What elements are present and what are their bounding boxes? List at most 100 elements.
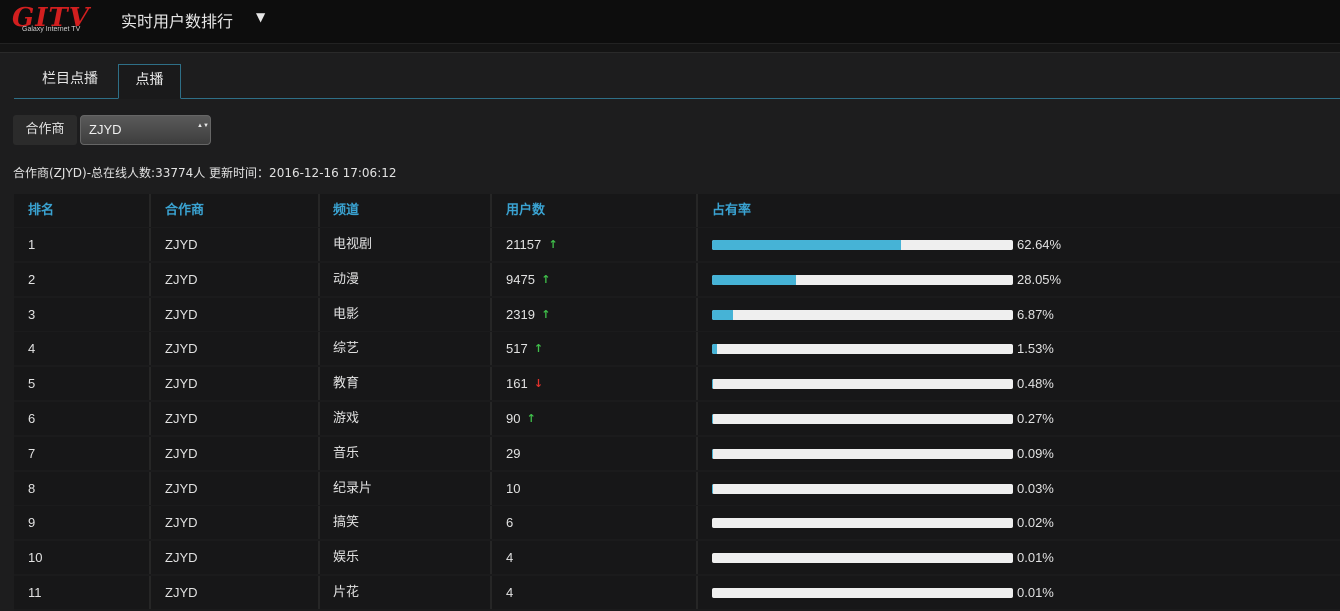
table-row: 6 ZJYD 游戏 90 ↑ 0.27% [14,402,1340,435]
users-cell: 517 [506,341,528,356]
channel-cell: 纪录片 [333,481,373,496]
top-bar: GITV Galaxy Internet TV 实时用户数排行 ▼ [0,0,1340,44]
share-bar [712,553,1013,563]
users-cell: 10 [506,481,521,496]
users-cell: 161 [506,376,528,391]
share-bar [712,414,1013,424]
channel-cell: 电视剧 [333,237,373,252]
share-bar [712,275,1013,285]
channel-cell: 教育 [333,376,360,391]
partner-cell: ZJYD [165,446,198,461]
partner-cell: ZJYD [165,550,198,565]
share-percent: 0.09% [1017,446,1054,461]
users-cell: 90 [506,411,521,426]
share-percent: 28.05% [1017,272,1062,287]
share-percent: 6.87% [1017,307,1054,322]
rank-cell: 1 [28,237,36,252]
share-bar-fill [712,240,901,250]
rank-cell: 7 [28,446,36,461]
rank-cell: 3 [28,307,36,322]
rank-cell: 4 [28,341,36,356]
share-bar-fill [712,379,714,389]
share-bar [712,240,1013,250]
channel-cell: 片花 [333,585,360,600]
page-title[interactable]: 实时用户数排行 [121,8,233,32]
share-bar-fill [712,310,733,320]
share-percent: 0.02% [1017,515,1054,530]
column-header-channel[interactable]: 频道 [333,194,359,227]
partner-cell: ZJYD [165,515,198,530]
share-percent: 0.01% [1017,585,1054,600]
table-row: 5 ZJYD 教育 161 ↓ 0.48% [14,367,1340,400]
share-percent: 0.03% [1017,481,1054,496]
share-bar-fill [712,275,797,285]
rank-cell: 2 [28,272,36,287]
users-cell: 2319 [506,307,535,322]
channel-cell: 电影 [333,307,360,322]
share-bar [712,484,1013,494]
share-bar [712,449,1013,459]
channel-cell: 娱乐 [333,550,360,565]
trend-up-icon: ↑ [541,308,551,321]
logo-tagline: Galaxy Internet TV [22,26,81,33]
channel-cell: 动漫 [333,272,360,287]
share-bar [712,310,1013,320]
users-cell: 4 [506,550,514,565]
share-percent: 1.53% [1017,341,1054,356]
partner-cell: ZJYD [165,481,198,496]
gitv-logo[interactable]: GITV Galaxy Internet TV [12,3,104,37]
channel-cell: 音乐 [333,446,360,461]
share-percent: 0.48% [1017,376,1054,391]
column-header-partner[interactable]: 合作商 [165,194,204,227]
ranking-table: 排名 合作商 频道 用户数 占有率 1 ZJYD 电视剧 21157 ↑ 62.64% 2 Z… [14,194,1340,611]
tab-vod[interactable]: 点播 [118,64,181,99]
table-row: 7 ZJYD 音乐 29 0.09% [14,437,1340,470]
tab-bar: 栏目点播 点播 [14,64,1340,99]
trend-down-icon: ↓ [533,377,544,390]
chevron-down-icon[interactable]: ▼ [256,10,265,24]
partner-filter-label: 合作商 [13,115,77,145]
users-cell: 21157 [506,237,542,252]
share-bar [712,518,1013,528]
table-row: 1 ZJYD 电视剧 21157 ↑ 62.64% [14,228,1340,261]
share-bar [712,379,1013,389]
content-panel: 栏目点播 点播 合作商 ZJYD ▲▼ 合作商(ZJYD)-总在线人数:3377… [0,52,1340,611]
rank-cell: 8 [28,481,36,496]
partner-select-value: ZJYD [89,122,122,137]
users-cell: 6 [506,515,514,530]
users-cell: 29 [506,446,521,461]
select-arrows-icon: ▲▼ [197,123,209,129]
rank-cell: 10 [28,550,43,565]
partner-select[interactable]: ZJYD ▲▼ [80,115,211,145]
tab-column-vod[interactable]: 栏目点播 [28,64,112,99]
rank-cell: 5 [28,376,36,391]
table-row: 10 ZJYD 娱乐 4 0.01% [14,541,1340,574]
share-bar-fill [712,344,717,354]
partner-cell: ZJYD [165,341,198,356]
channel-cell: 搞笑 [333,515,360,530]
channel-cell: 综艺 [333,341,360,356]
share-bar [712,344,1013,354]
column-header-share[interactable]: 占有率 [712,194,751,227]
share-percent: 62.64% [1017,237,1062,252]
table-row: 4 ZJYD 综艺 517 ↑ 1.53% [14,332,1340,365]
channel-cell: 游戏 [333,411,360,426]
trend-up-icon: ↑ [548,238,558,251]
column-header-users[interactable]: 用户数 [506,194,545,227]
share-bar [712,588,1013,598]
table-row: 3 ZJYD 电影 2319 ↑ 6.87% [14,298,1340,331]
rank-cell: 9 [28,515,36,530]
partner-cell: ZJYD [165,307,198,322]
trend-up-icon: ↑ [526,412,536,425]
partner-cell: ZJYD [165,237,198,252]
trend-up-icon: ↑ [541,273,551,286]
table-header-row: 排名 合作商 频道 用户数 占有率 [14,194,1340,227]
column-header-rank[interactable]: 排名 [28,194,54,227]
partner-cell: ZJYD [165,376,198,391]
partner-cell: ZJYD [165,272,198,287]
table-row: 9 ZJYD 搞笑 6 0.02% [14,506,1340,539]
users-cell: 4 [506,585,514,600]
rank-cell: 6 [28,411,36,426]
table-row: 11 ZJYD 片花 4 0.01% [14,576,1340,609]
online-summary: 合作商(ZJYD)-总在线人数:33774人 更新时间：2016-12-16 1… [13,166,397,180]
